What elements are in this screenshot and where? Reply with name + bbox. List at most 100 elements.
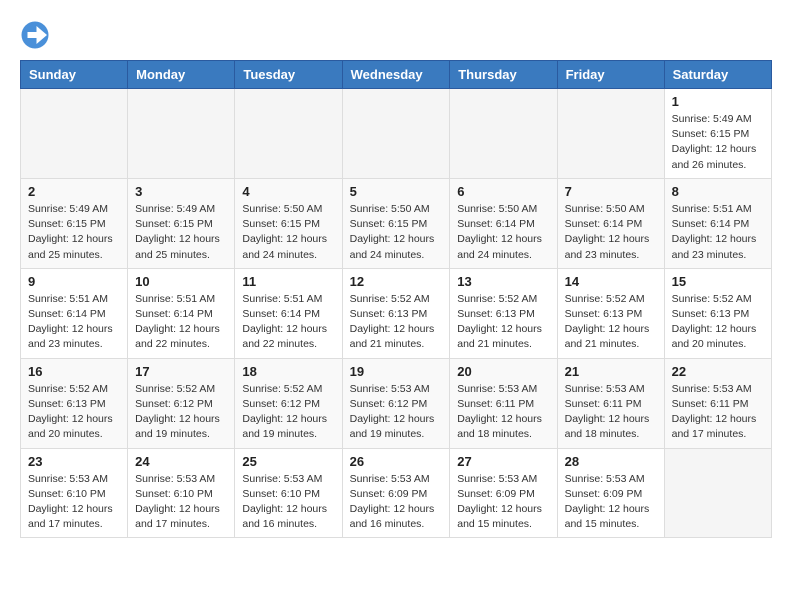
day-info: Sunrise: 5:52 AM Sunset: 6:13 PM Dayligh… (672, 292, 764, 353)
calendar-cell (342, 89, 450, 179)
day-number: 6 (457, 184, 549, 199)
calendar-cell: 25 Sunrise: 5:53 AM Sunset: 6:10 PM Dayli… (235, 448, 342, 538)
day-info: Sunrise: 5:53 AM Sunset: 6:10 PM Dayligh… (135, 472, 227, 533)
calendar-cell (664, 448, 771, 538)
weekday-header: Wednesday (342, 61, 450, 89)
calendar-cell (557, 89, 664, 179)
calendar-cell: 19 Sunrise: 5:53 AM Sunset: 6:12 PM Dayli… (342, 358, 450, 448)
day-number: 19 (350, 364, 443, 379)
day-number: 16 (28, 364, 120, 379)
day-info: Sunrise: 5:50 AM Sunset: 6:15 PM Dayligh… (242, 202, 334, 263)
day-number: 23 (28, 454, 120, 469)
calendar-row: 1 Sunrise: 5:49 AM Sunset: 6:15 PM Daylig… (21, 89, 772, 179)
day-number: 22 (672, 364, 764, 379)
day-info: Sunrise: 5:52 AM Sunset: 6:13 PM Dayligh… (28, 382, 120, 443)
calendar-cell: 28 Sunrise: 5:53 AM Sunset: 6:09 PM Dayli… (557, 448, 664, 538)
day-number: 14 (565, 274, 657, 289)
day-number: 4 (242, 184, 334, 199)
day-info: Sunrise: 5:53 AM Sunset: 6:11 PM Dayligh… (565, 382, 657, 443)
calendar-cell: 2 Sunrise: 5:49 AM Sunset: 6:15 PM Daylig… (21, 178, 128, 268)
calendar-cell: 13 Sunrise: 5:52 AM Sunset: 6:13 PM Dayli… (450, 268, 557, 358)
day-info: Sunrise: 5:50 AM Sunset: 6:15 PM Dayligh… (350, 202, 443, 263)
day-info: Sunrise: 5:51 AM Sunset: 6:14 PM Dayligh… (672, 202, 764, 263)
day-info: Sunrise: 5:50 AM Sunset: 6:14 PM Dayligh… (565, 202, 657, 263)
calendar-row: 9 Sunrise: 5:51 AM Sunset: 6:14 PM Daylig… (21, 268, 772, 358)
day-number: 11 (242, 274, 334, 289)
day-info: Sunrise: 5:51 AM Sunset: 6:14 PM Dayligh… (135, 292, 227, 353)
day-number: 1 (672, 94, 764, 109)
calendar-cell: 22 Sunrise: 5:53 AM Sunset: 6:11 PM Dayli… (664, 358, 771, 448)
calendar-row: 16 Sunrise: 5:52 AM Sunset: 6:13 PM Dayli… (21, 358, 772, 448)
day-number: 7 (565, 184, 657, 199)
day-info: Sunrise: 5:53 AM Sunset: 6:10 PM Dayligh… (242, 472, 334, 533)
logo-icon (20, 20, 50, 50)
day-info: Sunrise: 5:49 AM Sunset: 6:15 PM Dayligh… (135, 202, 227, 263)
calendar-cell: 4 Sunrise: 5:50 AM Sunset: 6:15 PM Daylig… (235, 178, 342, 268)
day-number: 15 (672, 274, 764, 289)
day-number: 18 (242, 364, 334, 379)
calendar-cell: 23 Sunrise: 5:53 AM Sunset: 6:10 PM Dayli… (21, 448, 128, 538)
calendar-cell: 12 Sunrise: 5:52 AM Sunset: 6:13 PM Dayli… (342, 268, 450, 358)
calendar-cell: 18 Sunrise: 5:52 AM Sunset: 6:12 PM Dayli… (235, 358, 342, 448)
day-number: 24 (135, 454, 227, 469)
calendar-row: 2 Sunrise: 5:49 AM Sunset: 6:15 PM Daylig… (21, 178, 772, 268)
day-info: Sunrise: 5:53 AM Sunset: 6:09 PM Dayligh… (457, 472, 549, 533)
calendar-cell: 21 Sunrise: 5:53 AM Sunset: 6:11 PM Dayli… (557, 358, 664, 448)
day-number: 8 (672, 184, 764, 199)
day-number: 12 (350, 274, 443, 289)
calendar-cell: 15 Sunrise: 5:52 AM Sunset: 6:13 PM Dayli… (664, 268, 771, 358)
day-info: Sunrise: 5:51 AM Sunset: 6:14 PM Dayligh… (242, 292, 334, 353)
calendar-cell: 24 Sunrise: 5:53 AM Sunset: 6:10 PM Dayli… (128, 448, 235, 538)
weekday-header: Monday (128, 61, 235, 89)
page-header (20, 20, 772, 50)
day-number: 25 (242, 454, 334, 469)
calendar-row: 23 Sunrise: 5:53 AM Sunset: 6:10 PM Dayli… (21, 448, 772, 538)
day-number: 2 (28, 184, 120, 199)
calendar-cell: 11 Sunrise: 5:51 AM Sunset: 6:14 PM Dayli… (235, 268, 342, 358)
day-info: Sunrise: 5:49 AM Sunset: 6:15 PM Dayligh… (672, 112, 764, 173)
day-info: Sunrise: 5:52 AM Sunset: 6:13 PM Dayligh… (565, 292, 657, 353)
day-number: 13 (457, 274, 549, 289)
calendar-cell (450, 89, 557, 179)
calendar-cell: 17 Sunrise: 5:52 AM Sunset: 6:12 PM Dayli… (128, 358, 235, 448)
calendar-cell: 10 Sunrise: 5:51 AM Sunset: 6:14 PM Dayli… (128, 268, 235, 358)
calendar-cell (128, 89, 235, 179)
day-info: Sunrise: 5:52 AM Sunset: 6:13 PM Dayligh… (457, 292, 549, 353)
weekday-header: Sunday (21, 61, 128, 89)
weekday-header: Friday (557, 61, 664, 89)
day-info: Sunrise: 5:52 AM Sunset: 6:12 PM Dayligh… (135, 382, 227, 443)
day-info: Sunrise: 5:50 AM Sunset: 6:14 PM Dayligh… (457, 202, 549, 263)
day-info: Sunrise: 5:53 AM Sunset: 6:12 PM Dayligh… (350, 382, 443, 443)
day-number: 21 (565, 364, 657, 379)
calendar-cell: 1 Sunrise: 5:49 AM Sunset: 6:15 PM Daylig… (664, 89, 771, 179)
calendar-table: SundayMondayTuesdayWednesdayThursdayFrid… (20, 60, 772, 538)
weekday-header: Tuesday (235, 61, 342, 89)
day-number: 28 (565, 454, 657, 469)
day-info: Sunrise: 5:53 AM Sunset: 6:09 PM Dayligh… (565, 472, 657, 533)
calendar-cell: 5 Sunrise: 5:50 AM Sunset: 6:15 PM Daylig… (342, 178, 450, 268)
day-number: 27 (457, 454, 549, 469)
day-info: Sunrise: 5:52 AM Sunset: 6:13 PM Dayligh… (350, 292, 443, 353)
calendar-cell: 3Sunrise: 5:49 AM Sunset: 6:15 PM Daylig… (128, 178, 235, 268)
calendar-cell: 27 Sunrise: 5:53 AM Sunset: 6:09 PM Dayli… (450, 448, 557, 538)
calendar-cell (235, 89, 342, 179)
day-number: 20 (457, 364, 549, 379)
day-number: 5 (350, 184, 443, 199)
day-info: Sunrise: 5:53 AM Sunset: 6:09 PM Dayligh… (350, 472, 443, 533)
calendar-cell: 26 Sunrise: 5:53 AM Sunset: 6:09 PM Dayli… (342, 448, 450, 538)
calendar-header: SundayMondayTuesdayWednesdayThursdayFrid… (21, 61, 772, 89)
day-info: Sunrise: 5:52 AM Sunset: 6:12 PM Dayligh… (242, 382, 334, 443)
day-info: Sunrise: 5:53 AM Sunset: 6:11 PM Dayligh… (672, 382, 764, 443)
day-info: Sunrise: 5:49 AM Sunset: 6:15 PM Dayligh… (28, 202, 120, 263)
calendar-cell: 20 Sunrise: 5:53 AM Sunset: 6:11 PM Dayli… (450, 358, 557, 448)
day-info: Sunrise: 5:53 AM Sunset: 6:11 PM Dayligh… (457, 382, 549, 443)
day-number: 9 (28, 274, 120, 289)
day-number: 10 (135, 274, 227, 289)
calendar-cell: 8 Sunrise: 5:51 AM Sunset: 6:14 PM Daylig… (664, 178, 771, 268)
day-number: 17 (135, 364, 227, 379)
day-number: 26 (350, 454, 443, 469)
logo (20, 20, 54, 50)
calendar-cell (21, 89, 128, 179)
calendar-cell: 7 Sunrise: 5:50 AM Sunset: 6:14 PM Daylig… (557, 178, 664, 268)
day-info: Sunrise: 5:53 AM Sunset: 6:10 PM Dayligh… (28, 472, 120, 533)
